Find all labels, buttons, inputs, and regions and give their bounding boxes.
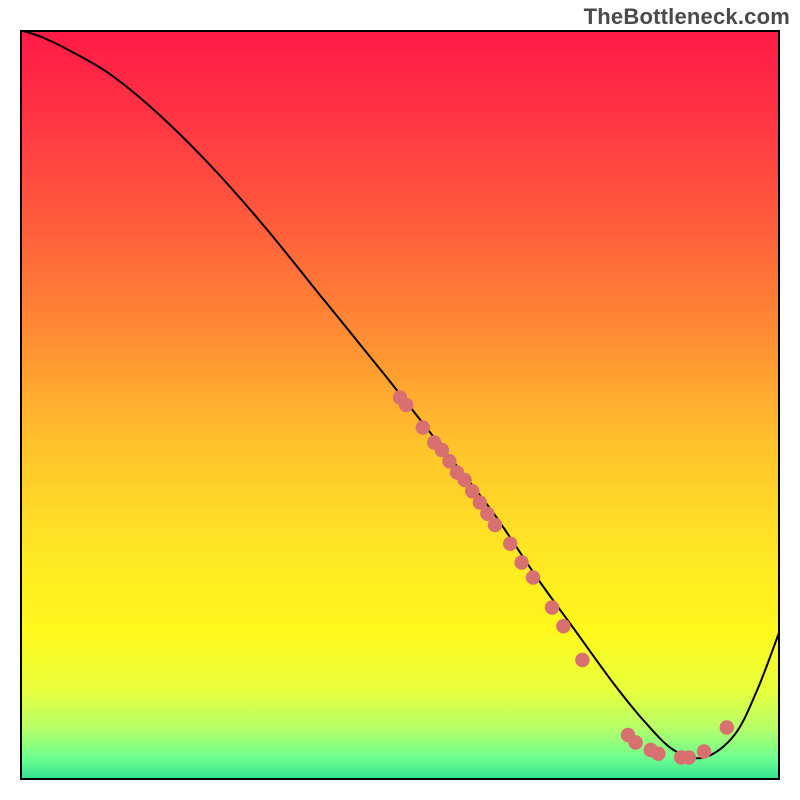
data-marker bbox=[697, 744, 711, 758]
data-marker bbox=[545, 600, 559, 614]
chart-svg bbox=[20, 30, 780, 780]
data-marker bbox=[399, 398, 413, 412]
plot-area bbox=[20, 30, 780, 780]
data-marker bbox=[503, 537, 517, 551]
data-marker bbox=[682, 750, 696, 764]
data-marker bbox=[651, 747, 665, 761]
data-marker bbox=[556, 619, 570, 633]
data-marker bbox=[628, 735, 642, 749]
data-marker bbox=[526, 570, 540, 584]
data-marker bbox=[416, 420, 430, 434]
chart-container: TheBottleneck.com bbox=[0, 0, 800, 800]
data-markers bbox=[393, 390, 734, 764]
watermark-text: TheBottleneck.com bbox=[584, 4, 790, 30]
data-marker bbox=[514, 555, 528, 569]
data-marker bbox=[488, 518, 502, 532]
data-marker bbox=[720, 720, 734, 734]
data-marker bbox=[575, 653, 589, 667]
